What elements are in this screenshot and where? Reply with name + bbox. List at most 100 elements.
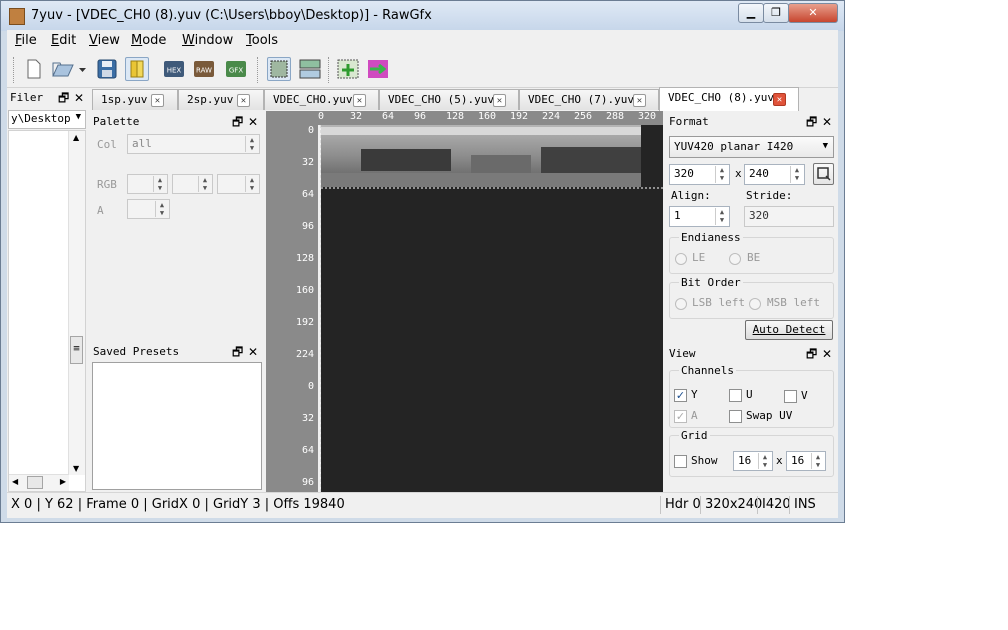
palette-g-field[interactable]: ▲ ▼: [172, 174, 213, 194]
float-icon[interactable]: 🗗: [58, 89, 69, 107]
presets-list[interactable]: [92, 362, 262, 490]
float-icon[interactable]: 🗗: [232, 113, 243, 131]
spin-arrows-icon[interactable]: ▲ ▼: [790, 166, 803, 183]
spin-arrows-icon[interactable]: ▲ ▼: [198, 176, 211, 192]
grid-width-field[interactable]: 16 ▲ ▼: [733, 451, 773, 471]
channel-v-checkbox[interactable]: [784, 390, 797, 403]
close-tab-icon[interactable]: ✕: [633, 94, 646, 107]
title-bar[interactable]: 7yuv - [VDEC_CH0 (8).yuv (C:\Users\bboy\…: [1, 1, 844, 31]
tab-vdec-cho-8[interactable]: VDEC_CHO (8).yuv ✕: [659, 87, 799, 111]
new-file-button[interactable]: [21, 57, 45, 81]
convert-button[interactable]: [366, 57, 390, 81]
auto-detect-button[interactable]: Auto Detect: [745, 320, 833, 340]
tab-vdec-cho-7[interactable]: VDEC_CHO (7).yuv ✕: [519, 89, 659, 110]
close-tab-icon[interactable]: ✕: [353, 94, 366, 107]
bookmark-button[interactable]: [125, 57, 149, 81]
scroll-thumb[interactable]: ≡: [70, 336, 83, 364]
swap-uv-checkbox[interactable]: [729, 410, 742, 423]
le-radio[interactable]: [675, 253, 687, 265]
spin-arrows-icon[interactable]: ▲ ▼: [153, 176, 166, 192]
grid-show-label: Show: [691, 454, 718, 467]
compare-button[interactable]: [298, 57, 322, 81]
format-type-select[interactable]: YUV420 planar I420 ▼: [669, 136, 834, 158]
spin-arrows-icon[interactable]: ▲ ▼: [155, 201, 168, 217]
menu-window[interactable]: Window: [182, 33, 233, 48]
resize-button[interactable]: [813, 163, 834, 185]
align-value: 1: [674, 209, 681, 222]
spin-arrows-icon[interactable]: ▲ ▼: [811, 453, 824, 469]
float-icon[interactable]: 🗗: [806, 113, 817, 131]
be-label: BE: [747, 251, 761, 264]
tab-2sp[interactable]: 2sp.yuv ✕: [178, 89, 264, 110]
msb-left-radio[interactable]: [749, 298, 761, 310]
scroll-left-icon[interactable]: ◀: [12, 477, 18, 486]
spin-arrows-icon[interactable]: ▲ ▼: [245, 136, 258, 152]
spin-arrows-icon[interactable]: ▲ ▼: [245, 176, 258, 192]
lsb-left-radio[interactable]: [675, 298, 687, 310]
channel-a-checkbox[interactable]: ✓: [674, 410, 687, 423]
save-button[interactable]: [95, 57, 119, 81]
restore-icon: ❐: [771, 6, 781, 19]
hscroll-thumb[interactable]: [27, 476, 43, 489]
width-field[interactable]: 320 ▲ ▼: [669, 164, 730, 185]
channel-u-checkbox[interactable]: [729, 389, 742, 402]
scroll-up-icon[interactable]: ▲: [73, 133, 79, 142]
tab-vdec-cho-5[interactable]: VDEC_CHO (5).yuv ✕: [379, 89, 519, 110]
close-icon[interactable]: ✕: [822, 113, 832, 131]
be-radio[interactable]: [729, 253, 741, 265]
close-tab-icon[interactable]: ✕: [493, 94, 506, 107]
menu-mode[interactable]: Mode: [131, 33, 166, 48]
palette-r-field[interactable]: ▲ ▼: [127, 174, 168, 194]
close-icon[interactable]: ✕: [248, 343, 258, 361]
open-button[interactable]: [51, 57, 75, 81]
vertical-scrollbar[interactable]: ▲ ≡ ▼: [68, 131, 85, 475]
close-icon[interactable]: ✕: [248, 113, 258, 131]
format-dock-header: Format 🗗 ✕: [666, 113, 836, 131]
grid-toggle-button[interactable]: [267, 57, 291, 81]
status-separator: [660, 496, 661, 514]
tab-vdec-cho[interactable]: VDEC_CHO.yuv ✕: [264, 89, 379, 110]
float-icon[interactable]: 🗗: [232, 343, 243, 361]
open-dropdown-button[interactable]: [77, 57, 89, 81]
filer-list[interactable]: ▲ ≡ ▼ ◀ ▶: [8, 130, 86, 492]
checkmark-icon: ✓: [675, 410, 686, 423]
horizontal-scrollbar[interactable]: ◀ ▶: [9, 474, 69, 491]
align-field[interactable]: 1 ▲ ▼: [669, 206, 730, 227]
svg-text:GFX: GFX: [229, 67, 243, 75]
float-icon[interactable]: 🗗: [806, 345, 817, 363]
filer-path-select[interactable]: y\Desktop ▼: [8, 110, 86, 129]
stride-field[interactable]: 320: [744, 206, 834, 227]
gfx-mode-button[interactable]: GFX: [224, 57, 248, 81]
close-icon[interactable]: ✕: [822, 345, 832, 363]
menu-file[interactable]: File: [15, 33, 37, 48]
raw-mode-button[interactable]: RAW: [192, 57, 216, 81]
grid-height-field[interactable]: 16 ▲ ▼: [786, 451, 826, 471]
grid-show-checkbox[interactable]: [674, 455, 687, 468]
palette-col-field[interactable]: all ▲ ▼: [127, 134, 260, 154]
spin-arrows-icon[interactable]: ▲ ▼: [715, 166, 728, 183]
close-tab-icon[interactable]: ✕: [237, 94, 250, 107]
add-frame-button[interactable]: [336, 57, 360, 81]
menu-view[interactable]: View: [89, 33, 120, 48]
save-icon: [97, 59, 117, 79]
image-canvas[interactable]: [321, 125, 663, 492]
close-icon[interactable]: ✕: [74, 89, 84, 107]
close-window-button[interactable]: ✕: [788, 3, 838, 23]
close-tab-icon[interactable]: ✕: [151, 94, 164, 107]
scroll-right-icon[interactable]: ▶: [60, 477, 66, 486]
minimize-button[interactable]: ▁: [738, 3, 764, 23]
height-field[interactable]: 240 ▲ ▼: [744, 164, 805, 185]
palette-b-field[interactable]: ▲ ▼: [217, 174, 260, 194]
hex-mode-button[interactable]: HEX: [162, 57, 186, 81]
close-tab-icon[interactable]: ✕: [773, 93, 786, 106]
menu-edit[interactable]: Edit: [51, 33, 76, 48]
channel-y-checkbox[interactable]: ✓: [674, 389, 687, 402]
raw-icon: RAW: [194, 61, 214, 77]
scroll-down-icon[interactable]: ▼: [73, 464, 79, 473]
spin-arrows-icon[interactable]: ▲ ▼: [715, 208, 728, 225]
menu-tools[interactable]: Tools: [246, 33, 278, 48]
restore-button[interactable]: ❐: [763, 3, 789, 23]
spin-arrows-icon[interactable]: ▲ ▼: [758, 453, 771, 469]
tab-1sp[interactable]: 1sp.yuv ✕: [92, 89, 178, 110]
palette-a-field[interactable]: ▲ ▼: [127, 199, 170, 219]
